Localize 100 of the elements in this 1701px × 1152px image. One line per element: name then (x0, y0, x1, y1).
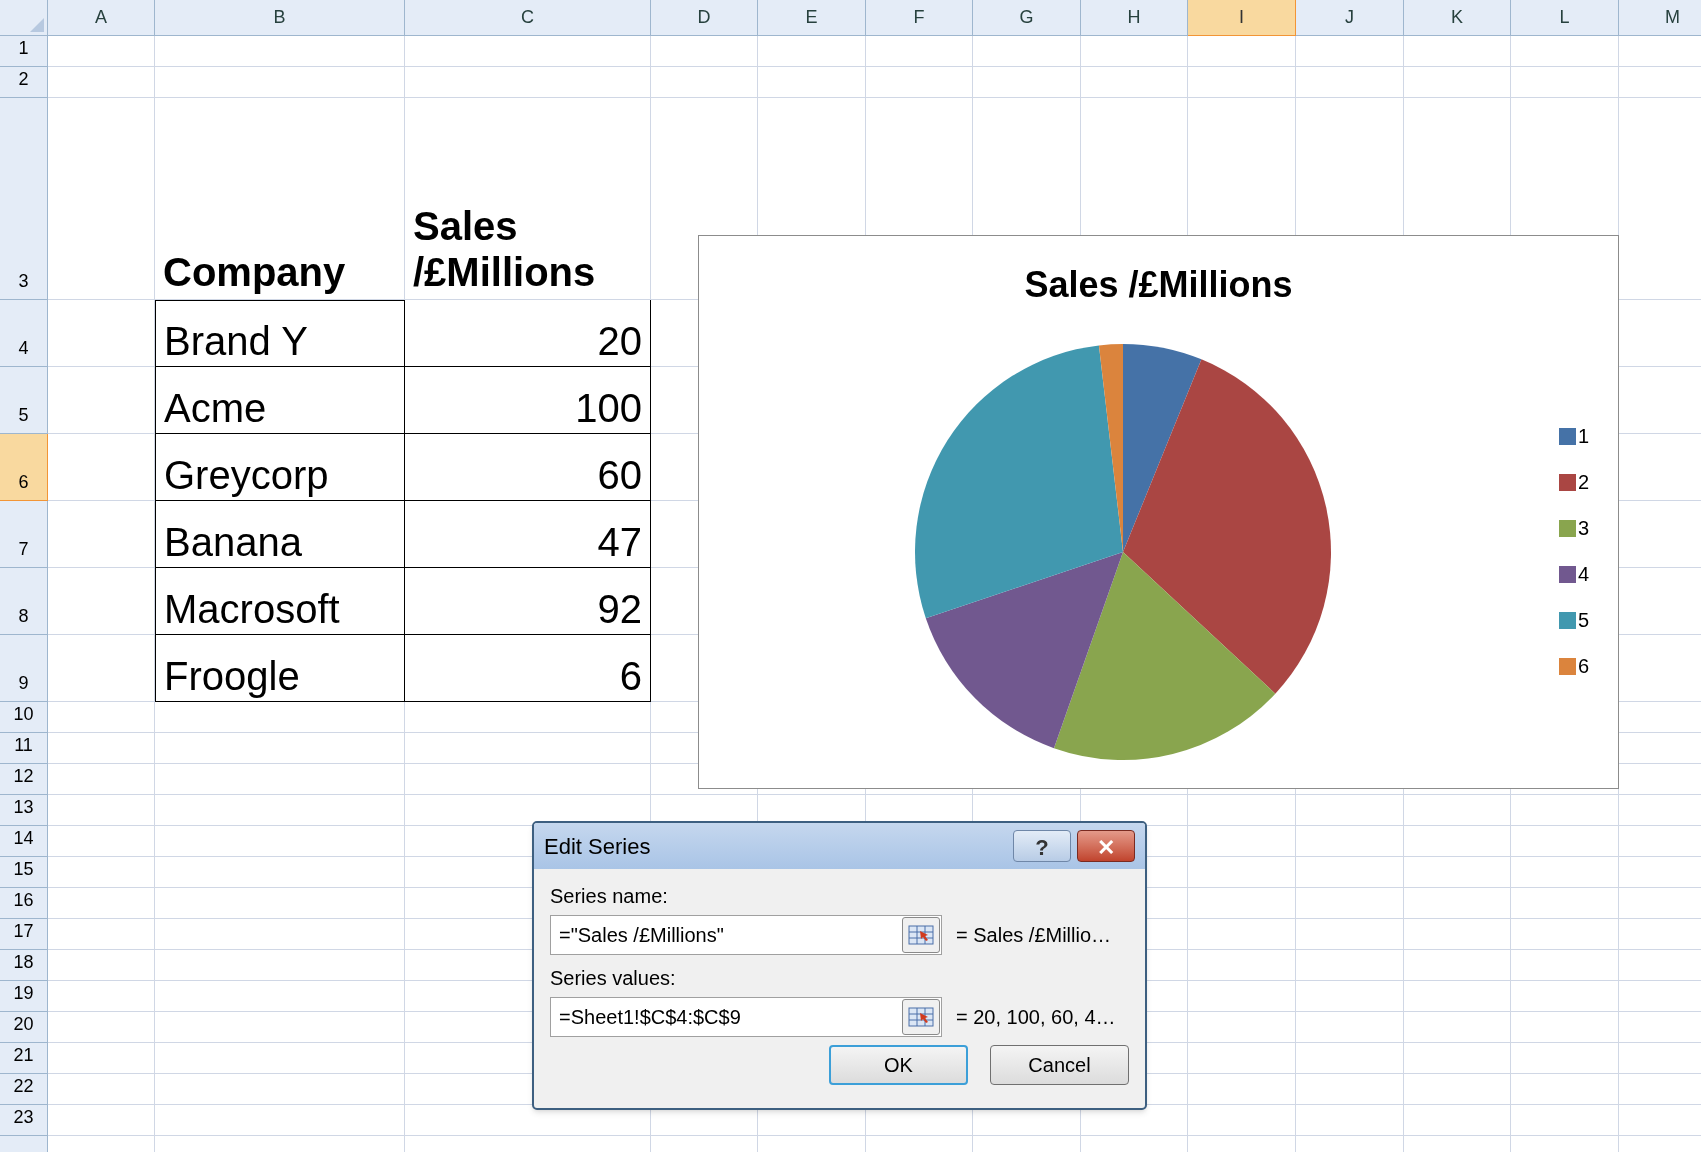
grid-cell[interactable] (1296, 981, 1404, 1012)
column-header[interactable]: J (1296, 0, 1404, 36)
grid-cell[interactable] (155, 764, 405, 795)
grid-cell[interactable] (48, 36, 155, 67)
grid-cell[interactable] (48, 764, 155, 795)
grid-cell[interactable] (48, 367, 155, 434)
grid-cell[interactable] (1296, 36, 1404, 67)
row-header[interactable]: 3 (0, 98, 48, 300)
grid-cell[interactable] (405, 733, 651, 764)
grid-cell[interactable] (155, 826, 405, 857)
grid-cell[interactable] (1404, 1043, 1511, 1074)
grid-cell[interactable] (1188, 950, 1296, 981)
grid-cell[interactable] (48, 888, 155, 919)
grid-cell[interactable] (1188, 981, 1296, 1012)
grid-cell[interactable] (1511, 1043, 1619, 1074)
grid-cell[interactable] (48, 501, 155, 568)
grid-cell[interactable] (1296, 67, 1404, 98)
grid-cell[interactable] (1188, 1012, 1296, 1043)
row-header[interactable]: 9 (0, 635, 48, 702)
grid-cell[interactable] (1296, 1012, 1404, 1043)
row-header[interactable]: 12 (0, 764, 48, 795)
grid-cell[interactable] (1188, 36, 1296, 67)
column-header[interactable]: E (758, 0, 866, 36)
select-all-corner[interactable] (0, 0, 48, 36)
grid-cell[interactable] (866, 67, 973, 98)
grid-cell[interactable] (1296, 950, 1404, 981)
column-header[interactable]: M (1619, 0, 1701, 36)
grid-cell[interactable] (1511, 919, 1619, 950)
grid-cell[interactable] (1511, 950, 1619, 981)
row-header[interactable]: 17 (0, 919, 48, 950)
grid-cell[interactable] (48, 795, 155, 826)
grid-cell[interactable] (155, 67, 405, 98)
grid-cell[interactable] (1296, 857, 1404, 888)
column-header[interactable]: B (155, 0, 405, 36)
row-header[interactable]: 15 (0, 857, 48, 888)
grid-cell[interactable] (155, 702, 405, 733)
grid-cell[interactable] (866, 36, 973, 67)
grid-cell[interactable] (1081, 67, 1188, 98)
row-header[interactable]: 20 (0, 1012, 48, 1043)
grid-cell[interactable] (1404, 919, 1511, 950)
grid-cell[interactable] (758, 36, 866, 67)
row-header[interactable]: 16 (0, 888, 48, 919)
grid-cell[interactable] (1511, 888, 1619, 919)
grid-cell[interactable] (1404, 1012, 1511, 1043)
row-header[interactable]: 8 (0, 568, 48, 635)
row-header[interactable]: 2 (0, 67, 48, 98)
chart-area[interactable]: Sales /£Millions 1 2 3 4 5 6 (698, 235, 1619, 789)
row-header[interactable]: 5 (0, 367, 48, 434)
grid-cell[interactable] (155, 1105, 405, 1136)
grid-cell[interactable] (405, 67, 651, 98)
column-header[interactable]: K (1404, 0, 1511, 36)
grid-cell[interactable] (48, 981, 155, 1012)
row-header[interactable]: 10 (0, 702, 48, 733)
grid-cell[interactable] (1511, 1012, 1619, 1043)
grid-cell[interactable] (155, 888, 405, 919)
grid-cell[interactable] (48, 702, 155, 733)
grid-cell[interactable] (155, 733, 405, 764)
grid-cell[interactable] (651, 36, 758, 67)
formula-field[interactable]: =Sheet1!$C$4:$C$9 (550, 997, 942, 1037)
grid-cell[interactable] (1296, 1043, 1404, 1074)
grid-cell[interactable] (1404, 1105, 1511, 1136)
row-header[interactable]: 13 (0, 795, 48, 826)
row-header[interactable]: 11 (0, 733, 48, 764)
grid-cell[interactable] (1188, 919, 1296, 950)
grid-cell[interactable] (48, 733, 155, 764)
grid-cell[interactable] (1296, 1074, 1404, 1105)
grid-cell[interactable] (1188, 795, 1296, 826)
grid-cell[interactable] (48, 67, 155, 98)
grid-cell[interactable] (48, 98, 155, 300)
row-header[interactable]: 21 (0, 1043, 48, 1074)
grid-cell[interactable] (1188, 888, 1296, 919)
grid-cell[interactable] (48, 950, 155, 981)
grid-cell[interactable] (1404, 857, 1511, 888)
grid-cell[interactable] (48, 568, 155, 635)
grid-cell[interactable] (1296, 795, 1404, 826)
row-header[interactable]: 7 (0, 501, 48, 568)
grid-cell[interactable] (1188, 67, 1296, 98)
grid-cell[interactable] (48, 1043, 155, 1074)
grid-cell[interactable] (1188, 1074, 1296, 1105)
column-header[interactable]: I (1188, 0, 1296, 36)
row-header[interactable] (0, 1136, 48, 1152)
grid-cell[interactable] (1404, 1074, 1511, 1105)
row-header[interactable]: 6 (0, 434, 48, 501)
grid-cell[interactable] (1296, 919, 1404, 950)
grid-cell[interactable] (48, 1074, 155, 1105)
grid-cell[interactable] (405, 36, 651, 67)
dialog-button[interactable]: OK (829, 1045, 968, 1085)
grid-cell[interactable] (973, 36, 1081, 67)
grid-cell[interactable] (973, 67, 1081, 98)
help-button[interactable]: ? (1013, 830, 1071, 862)
grid-cell[interactable] (1404, 795, 1511, 826)
column-header[interactable]: H (1081, 0, 1188, 36)
grid-cell[interactable] (1511, 795, 1619, 826)
grid-cell[interactable] (1511, 981, 1619, 1012)
row-header[interactable]: 14 (0, 826, 48, 857)
grid-cell[interactable] (1511, 826, 1619, 857)
grid-cell[interactable] (155, 857, 405, 888)
grid-cell[interactable] (1188, 1105, 1296, 1136)
grid-cell[interactable] (1404, 888, 1511, 919)
grid-cell[interactable] (48, 1105, 155, 1136)
